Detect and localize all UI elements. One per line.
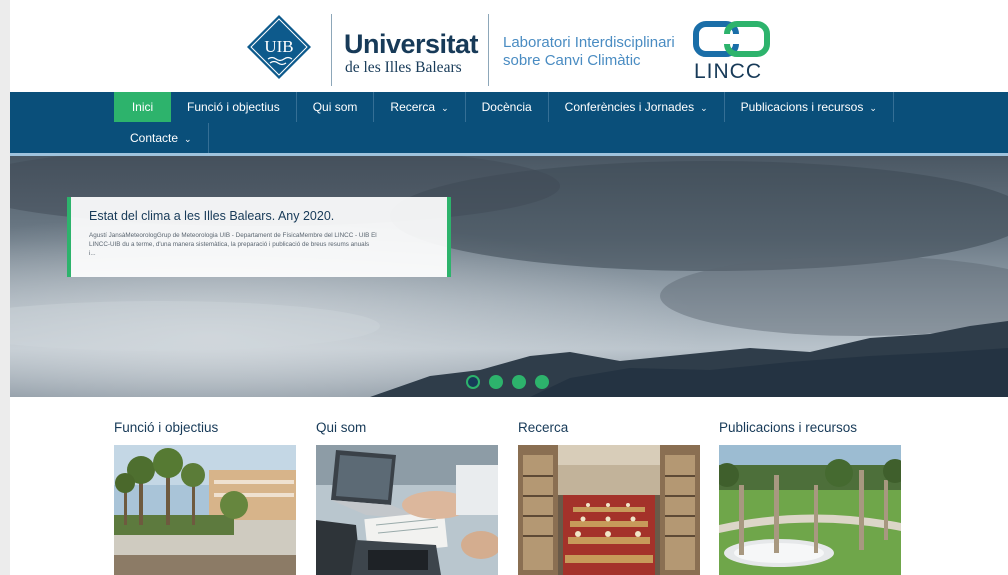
chevron-down-icon: ⌄: [441, 102, 449, 113]
hero-caption-body: Agustí JansàMeteorologGrup de Meteorolog…: [89, 231, 433, 258]
slider-pagination: [466, 375, 549, 389]
slider-dot[interactable]: [535, 375, 549, 389]
library-photo[interactable]: [518, 445, 700, 575]
main-navigation: Inici Funció i objectius Qui som Recerca…: [10, 92, 1008, 153]
feature-cards: Funció i objectius Qui som Recerca Publi…: [10, 397, 1008, 575]
nav-label: Contacte: [130, 131, 179, 145]
header-divider: [488, 14, 489, 86]
hero-caption-box[interactable]: Estat del clima a les Illes Balears. Any…: [67, 197, 451, 277]
nav-label: Conferències i Jornades: [564, 100, 695, 114]
chevron-down-icon: ⌄: [700, 102, 708, 113]
slider-dot[interactable]: [512, 375, 526, 389]
chevron-down-icon: ⌄: [184, 133, 192, 144]
nav-item-publicacions[interactable]: Publicacions i recursos ⌄: [725, 92, 894, 122]
browser-viewport: UIB Universitat de les Illes Balears Lab…: [10, 0, 1008, 575]
uib-logo-text: UIB: [264, 37, 294, 56]
campus-palm-trees-photo[interactable]: [114, 445, 296, 575]
lab-name-line2: sobre Canvi Climàtic: [503, 52, 641, 69]
slider-dot[interactable]: [466, 375, 480, 389]
lincc-wordmark: LINCC: [694, 60, 763, 83]
card-title[interactable]: Recerca: [518, 420, 568, 435]
hero-caption-line: i...: [89, 250, 96, 257]
nav-label: Funció i objectius: [187, 100, 280, 114]
card-title[interactable]: Publicacions i recursos: [719, 420, 857, 435]
nav-item-docencia[interactable]: Docència: [466, 92, 549, 122]
chevron-down-icon: ⌄: [869, 102, 877, 113]
sundial-park-photo[interactable]: [719, 445, 901, 575]
laptop-desk-photo[interactable]: [316, 445, 498, 575]
lab-name-line1: Laboratori Interdisciplinari: [503, 34, 675, 51]
hero-caption-line: Agustí JansàMeteorologGrup de Meteorolog…: [89, 232, 377, 239]
nav-item-contacte[interactable]: Contacte ⌄: [114, 123, 209, 153]
nav-label: Qui som: [312, 100, 358, 114]
nav-item-recerca[interactable]: Recerca ⌄: [374, 92, 466, 122]
nav-item-funcio[interactable]: Funció i objectius: [171, 92, 297, 122]
nav-item-conferencies[interactable]: Conferències i Jornades ⌄: [549, 92, 725, 122]
hero-caption-line: LINCC-UIB du a terme, d'una manera siste…: [89, 241, 370, 248]
university-subtitle: de les Illes Balears: [345, 59, 462, 76]
lincc-logo-icon[interactable]: [693, 20, 777, 60]
card-title[interactable]: Funció i objectius: [114, 420, 218, 435]
header-divider: [331, 14, 332, 86]
slider-dot[interactable]: [489, 375, 503, 389]
card-title[interactable]: Qui som: [316, 420, 366, 435]
nav-label: Inici: [131, 100, 154, 114]
nav-label: Docència: [481, 100, 532, 114]
nav-item-inici[interactable]: Inici: [114, 92, 171, 122]
nav-label: Recerca: [390, 100, 436, 114]
site-header: UIB Universitat de les Illes Balears Lab…: [10, 0, 1008, 92]
nav-label: Publicacions i recursos: [740, 100, 864, 114]
hero-caption-title[interactable]: Estat del clima a les Illes Balears. Any…: [89, 209, 433, 223]
nav-item-qui-som[interactable]: Qui som: [297, 92, 375, 122]
university-name: Universitat: [344, 29, 479, 59]
